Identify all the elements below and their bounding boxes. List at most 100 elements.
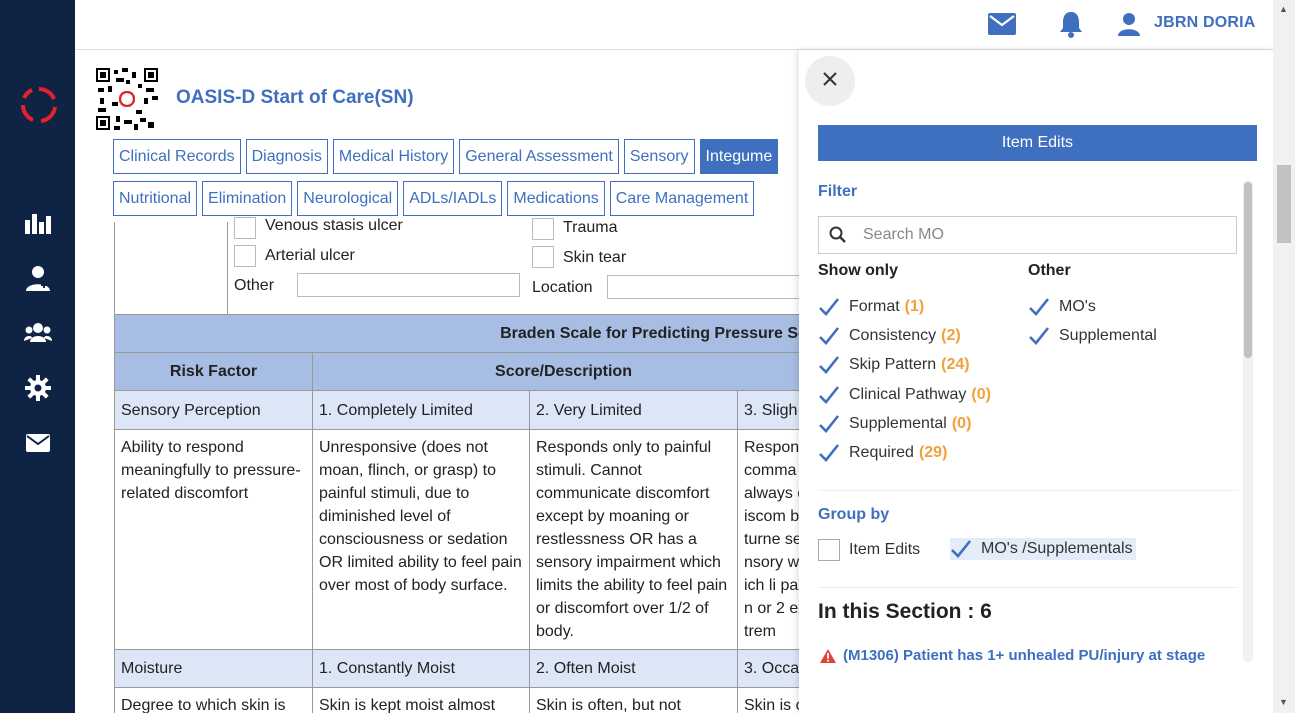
check-icon xyxy=(818,384,840,406)
main-content: OASIS-D Start of Care(SN) Clinical Recor… xyxy=(75,50,799,713)
tab-medications[interactable]: Medications xyxy=(507,181,605,216)
option-count: (29) xyxy=(918,444,948,461)
group-icon[interactable] xyxy=(22,317,54,349)
chart-icon[interactable] xyxy=(22,207,54,239)
level-cell: 1. Completely Limited xyxy=(312,390,530,430)
tab-general-assessment[interactable]: General Assessment xyxy=(459,139,619,174)
score-description: Responds only to painful stimuli. Cannot… xyxy=(529,429,738,650)
category-moisture: Moisture xyxy=(114,649,313,688)
window-scrollbar[interactable]: ▲ ▼ xyxy=(1273,0,1295,713)
trauma-checkbox[interactable] xyxy=(532,218,554,240)
check-icon xyxy=(818,296,840,318)
patient-icon[interactable] xyxy=(22,262,54,294)
top-header: JBRN DORIA xyxy=(75,0,1273,50)
filter-option[interactable]: Consistency (2) xyxy=(818,325,961,347)
other-option[interactable]: Supplemental xyxy=(1028,325,1157,347)
option-label: Consistency xyxy=(849,327,937,345)
app-logo[interactable] xyxy=(19,85,59,125)
divider xyxy=(818,490,1238,491)
checkbox[interactable] xyxy=(818,539,840,561)
filter-option[interactable]: Format (1) xyxy=(818,296,924,318)
arterial-ulcer-label: Arterial ulcer xyxy=(265,247,355,264)
category-sensory: Sensory Perception xyxy=(114,390,313,430)
tab-integumentary[interactable]: Integume xyxy=(699,139,779,174)
filter-label: Filter xyxy=(818,183,858,200)
group-by-mos-supplementals[interactable]: MO's /Supplementals xyxy=(950,538,1136,560)
tab-diagnosis[interactable]: Diagnosis xyxy=(245,139,328,174)
score-description: Skin is kept moist almost xyxy=(312,687,530,713)
close-icon xyxy=(823,71,837,91)
mail-icon[interactable] xyxy=(22,427,54,459)
panel-header: Item Edits xyxy=(818,125,1257,161)
option-count: (1) xyxy=(904,298,925,315)
check-icon xyxy=(950,538,972,560)
tab-adls-iadls[interactable]: ADLs/IADLs xyxy=(403,181,503,216)
gear-icon[interactable] xyxy=(22,372,54,404)
edit-item-link[interactable]: (M1306) Patient has 1+ unhealed PU/injur… xyxy=(820,647,1205,664)
option-count: (24) xyxy=(941,356,970,374)
level-cell: 1. Constantly Moist xyxy=(312,649,530,688)
mail-icon[interactable] xyxy=(987,10,1017,38)
option-label: Skip Pattern xyxy=(849,356,937,374)
option-label: Required xyxy=(849,444,914,461)
tab-medical-history[interactable]: Medical History xyxy=(332,139,455,174)
col-risk-factor: Risk Factor xyxy=(114,352,313,391)
filter-option[interactable]: Clinical Pathway (0) xyxy=(818,384,991,406)
check-icon xyxy=(1028,296,1050,318)
edit-item-text: (M1306) Patient has 1+ unhealed PU/injur… xyxy=(843,647,1206,664)
other-filter-label: Other xyxy=(1028,262,1071,279)
option-count: (2) xyxy=(941,327,961,345)
arterial-ulcer-checkbox[interactable] xyxy=(234,245,256,267)
scroll-up-icon[interactable]: ▲ xyxy=(1279,4,1288,14)
level-cell: 2. Often Moist xyxy=(529,649,738,688)
close-button[interactable] xyxy=(805,56,855,106)
user-name[interactable]: JBRN DORIA xyxy=(1154,14,1256,32)
tab-sensory[interactable]: Sensory xyxy=(623,139,695,174)
check-icon xyxy=(818,442,840,464)
bell-icon[interactable] xyxy=(1056,10,1086,38)
option-label: Supplemental xyxy=(1059,327,1157,345)
group-by-item-edits[interactable]: Item Edits xyxy=(818,539,920,561)
location-label: Location xyxy=(532,279,593,296)
item-edits-panel: Item Edits Filter Show only Other Format… xyxy=(799,50,1273,713)
user-icon[interactable] xyxy=(1114,10,1144,38)
venous-ulcer-checkbox[interactable] xyxy=(234,217,256,239)
tab-clinical-records[interactable]: Clinical Records xyxy=(113,139,241,174)
option-label: MO's /Supplementals xyxy=(981,540,1133,557)
option-count: (0) xyxy=(951,414,972,432)
option-label: Supplemental xyxy=(849,414,947,432)
filter-option[interactable]: Supplemental (0) xyxy=(818,413,971,435)
check-icon xyxy=(818,413,840,435)
tab-row-1: Clinical Records Diagnosis Medical Histo… xyxy=(113,139,779,174)
braden-table: Braden Scale for Predicting Pressure Sor… xyxy=(113,314,799,713)
score-description: Unresponsive (does not moan, flinch, or … xyxy=(312,429,530,650)
tab-care-management[interactable]: Care Management xyxy=(609,181,755,216)
option-count: (0) xyxy=(971,385,991,403)
check-icon xyxy=(818,325,840,347)
location-input[interactable] xyxy=(607,275,799,299)
risk-description: Degree to which skin is xyxy=(114,687,313,713)
tab-elimination[interactable]: Elimination xyxy=(202,181,293,216)
other-input[interactable] xyxy=(297,273,520,297)
level-cell: 3. Occa xyxy=(736,649,799,688)
scroll-thumb[interactable] xyxy=(1277,165,1291,243)
group-by-label: Group by xyxy=(818,506,890,523)
check-icon xyxy=(818,354,840,376)
divider xyxy=(818,587,1238,588)
option-label: Clinical Pathway xyxy=(849,385,967,403)
filter-option[interactable]: Skip Pattern (24) xyxy=(818,354,970,376)
level-cell: 3. Sligh xyxy=(736,390,799,430)
tab-nutritional[interactable]: Nutritional xyxy=(113,181,198,216)
other-label: Other xyxy=(234,277,275,294)
search-input[interactable] xyxy=(861,223,1221,247)
skin-tear-checkbox[interactable] xyxy=(532,246,554,268)
search-icon xyxy=(829,226,847,249)
option-label: Item Edits xyxy=(849,541,921,558)
tab-row-2: Nutritional Elimination Neurological ADL… xyxy=(113,181,755,216)
filter-option[interactable]: Required (29) xyxy=(818,442,947,464)
panel-scrollbar[interactable] xyxy=(1243,180,1253,662)
scroll-down-icon[interactable]: ▼ xyxy=(1279,697,1288,707)
tab-neurological[interactable]: Neurological xyxy=(297,181,399,216)
other-option[interactable]: MO's xyxy=(1028,296,1096,318)
show-only-label: Show only xyxy=(818,262,898,279)
